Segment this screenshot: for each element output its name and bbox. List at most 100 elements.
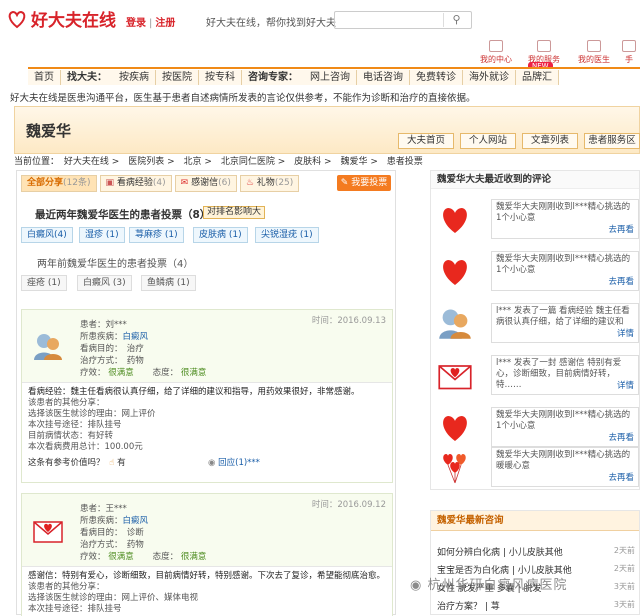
slogan: 好大夫在线，帮你找到好大夫 [206, 18, 336, 29]
comment-item: l*** 发表了一篇 看病经验 魏主任看病很认真仔细，给了详细的建议和详情 [431, 297, 639, 349]
review-body: 感谢信：特别有爱心，诊断细致，目前病情好转，特别感谢。下次去了复诊，希望能彻底治… [22, 566, 392, 616]
review-ratings: 疗效： 很满意 态度： 很满意 [80, 368, 207, 378]
recent-votes-title: 最近两年魏爱华医生的患者投票（8） [35, 209, 211, 221]
consult-item[interactable]: 如何分辨白化病 | 小儿皮肤其他 2天前 [437, 545, 637, 559]
tab-doctor-home[interactable]: 大夫首页 [398, 133, 454, 149]
tab-thanks-letter[interactable]: ✉ 感谢信(6) [174, 175, 237, 192]
review-line: 目前病情状态：有好转 [28, 431, 114, 441]
thanks-letter-icon [438, 365, 472, 390]
comment-text: 魏爱华大夫刚刚收到l***精心挑选的1个小心意 [496, 202, 631, 223]
breadcrumb-item[interactable]: 医院列表 [128, 157, 164, 167]
review-line: 选择该医生就诊的理由：网上评价 [28, 409, 156, 419]
breadcrumb-item[interactable]: 魏爱华 [340, 157, 367, 167]
review-disease: 所患疾病：白癜风 [80, 516, 149, 526]
thanks-letter-icon [33, 521, 63, 543]
consult-item[interactable]: 治疗方案？ | 荨 3天前 [437, 599, 637, 613]
comment-detail-link[interactable]: 去再看 [608, 225, 634, 236]
disease-pill[interactable]: 痤疮 (1) [21, 275, 67, 291]
login-links: 登录 | 注册 [126, 18, 176, 29]
useful-yes-link[interactable]: 有 [117, 458, 126, 468]
tab-personal-site[interactable]: 个人网站 [460, 133, 516, 149]
letter-icon: ✉ [180, 178, 189, 188]
comment-icon: ◉ [208, 458, 216, 468]
review-line: 该患者的其他分享： [28, 582, 105, 592]
comment-item: 魏爱华大夫刚刚收到l***精心挑选的暖暖心意去再看 [431, 441, 639, 493]
tab-patient-service[interactable]: 患者服务区 [584, 133, 640, 149]
comment-text: 魏爱华大夫刚刚收到l***精心挑选的1个小心意 [496, 410, 631, 431]
tab-experience[interactable]: ▣ 看病经验(4) [99, 175, 172, 192]
disease-pill[interactable]: 鱼鳞病 (1) [141, 275, 196, 291]
review-disease: 所患疾病：白癜风 [80, 332, 149, 342]
site-logo[interactable]: 好大夫在线 [6, 6, 116, 31]
comment-text: 魏爱华大夫刚刚收到l***精心挑选的暖暖心意 [496, 450, 631, 471]
disease-pill[interactable]: 白癜风(4) [21, 227, 73, 243]
nav-consult-label: 咨询专家： [242, 70, 304, 85]
register-link[interactable]: 注册 [155, 18, 175, 29]
disease-pill[interactable]: 荨麻疹 (1) [129, 227, 184, 243]
heart-logo-icon [6, 9, 28, 29]
rank-impact-badge[interactable]: 对排名影响大 [203, 206, 266, 219]
review-time: 时间：2016.09.12 [311, 500, 386, 510]
older-votes-title: 两年前魏爱华医生的患者投票（4） [37, 259, 194, 270]
comment-item: l*** 发表了一封 感谢信 特别有爱心，诊断细致，目前病情好转，特…… 详情 [431, 349, 639, 401]
doctor-icon [587, 40, 601, 52]
quick-more[interactable]: 手 [618, 40, 640, 65]
reply-link[interactable]: ◉ 回应(1)*** [208, 458, 260, 469]
tab-gifts[interactable]: ♨ 礼物(25) [239, 175, 300, 192]
patient-avatar-icon [439, 309, 471, 339]
nav-online-consult[interactable]: 网上咨询 [304, 70, 357, 85]
breadcrumb: 当前位置： 好大夫在线 > 医院列表 > 北京 > 北京同仁医院 > 皮肤科 >… [14, 157, 423, 167]
nav-phone-consult[interactable]: 电话咨询 [357, 70, 410, 85]
site-name: 好大夫在线 [31, 11, 116, 31]
vote-button[interactable]: ✎ 我要投票 [337, 175, 391, 191]
nav-by-disease[interactable]: 按疾病 [113, 70, 156, 85]
comment-text: l*** 发表了一篇 看病经验 魏主任看病很认真仔细，给了详细的建议和 [496, 306, 630, 327]
doctor-name: 魏爱华 [26, 122, 72, 140]
thumbs-up-icon[interactable]: ☝ [109, 458, 114, 468]
quick-my-doctor[interactable]: 我的医生 [572, 40, 616, 65]
breadcrumb-item[interactable]: 好大夫在线 [64, 157, 109, 167]
tab-all-shares[interactable]: 全部分享(12条) [21, 175, 97, 192]
comment-item: 魏爱华大夫刚刚收到l***精心挑选的1个小心意 去再看 [431, 245, 639, 297]
review-line: 选择该医生就诊的理由：网上评价、媒体电视 [28, 593, 199, 603]
breadcrumb-item[interactable]: 皮肤科 [294, 157, 321, 167]
breadcrumb-item[interactable]: 北京同仁医院 [221, 157, 275, 167]
recent-comments-panel: 魏爱华大夫最近收到的评论 魏爱华大夫刚刚收到l***精心挑选的1个小心意 去再看 … [430, 170, 640, 490]
pen-icon: ✎ [340, 178, 349, 188]
main-nav: 首页 找大夫： 按疾病 按医院 按专科 咨询专家： 网上咨询 电话咨询 免费转诊… [28, 67, 640, 86]
disease-link[interactable]: 白癜风 [123, 332, 149, 342]
patient-name: 患者：王*** [80, 504, 127, 514]
heart-gift-icon [443, 260, 467, 285]
review-time: 时间：2016.09.13 [311, 316, 386, 326]
heart-gift-icon [443, 208, 467, 233]
comment-text: l*** 发表了一封 感谢信 特别有爱心，诊断细致，目前病情好转，特…… [496, 358, 622, 390]
nav-by-hospital[interactable]: 按医院 [156, 70, 199, 85]
nav-free-referral[interactable]: 免费转诊 [410, 70, 463, 85]
nav-brand[interactable]: 品牌汇 [516, 70, 559, 85]
comment-detail-link[interactable]: 详情 [617, 381, 634, 392]
breadcrumb-item[interactable]: 北京 [184, 157, 202, 167]
useful-question: 这条有参考价值吗？ [28, 458, 105, 468]
comment-detail-link[interactable]: 详情 [617, 329, 634, 340]
quick-my-center[interactable]: 我的中心 [474, 40, 518, 65]
review-line: 感谢信：特别有爱心，诊断细致，目前病情好转，特别感谢。下次去了复诊，希望能彻底治… [28, 571, 386, 581]
search-input[interactable]: ⚲ [334, 11, 472, 29]
disease-link[interactable]: 白癜风 [123, 516, 149, 526]
disease-pill[interactable]: 皮肤病 (1) [193, 227, 248, 243]
heart-balloons-icon [443, 454, 466, 484]
review-card: 时间：2016.09.12 患者：王*** 所患疾病：白癜风 看病目的： 诊断 … [21, 493, 393, 616]
nav-overseas[interactable]: 海外就诊 [463, 70, 516, 85]
disease-pill[interactable]: 白癜风 (3) [77, 275, 132, 291]
phone-icon [622, 40, 636, 52]
comment-detail-link[interactable]: 去再看 [608, 473, 634, 484]
nav-by-specialty[interactable]: 按专科 [199, 70, 242, 85]
wechat-icon: ◉ [410, 578, 423, 593]
disease-pill[interactable]: 湿疹 (1) [79, 227, 125, 243]
comment-item: 魏爱华大夫刚刚收到l***精心挑选的1个小心意去再看 [431, 193, 639, 245]
search-icon[interactable]: ⚲ [443, 13, 469, 27]
nav-home[interactable]: 首页 [28, 70, 61, 85]
tab-articles[interactable]: 文章列表 [522, 133, 578, 149]
login-link[interactable]: 登录 [126, 18, 146, 29]
comment-detail-link[interactable]: 去再看 [608, 277, 634, 288]
disease-pill[interactable]: 尖锐湿疣 (1) [255, 227, 319, 243]
